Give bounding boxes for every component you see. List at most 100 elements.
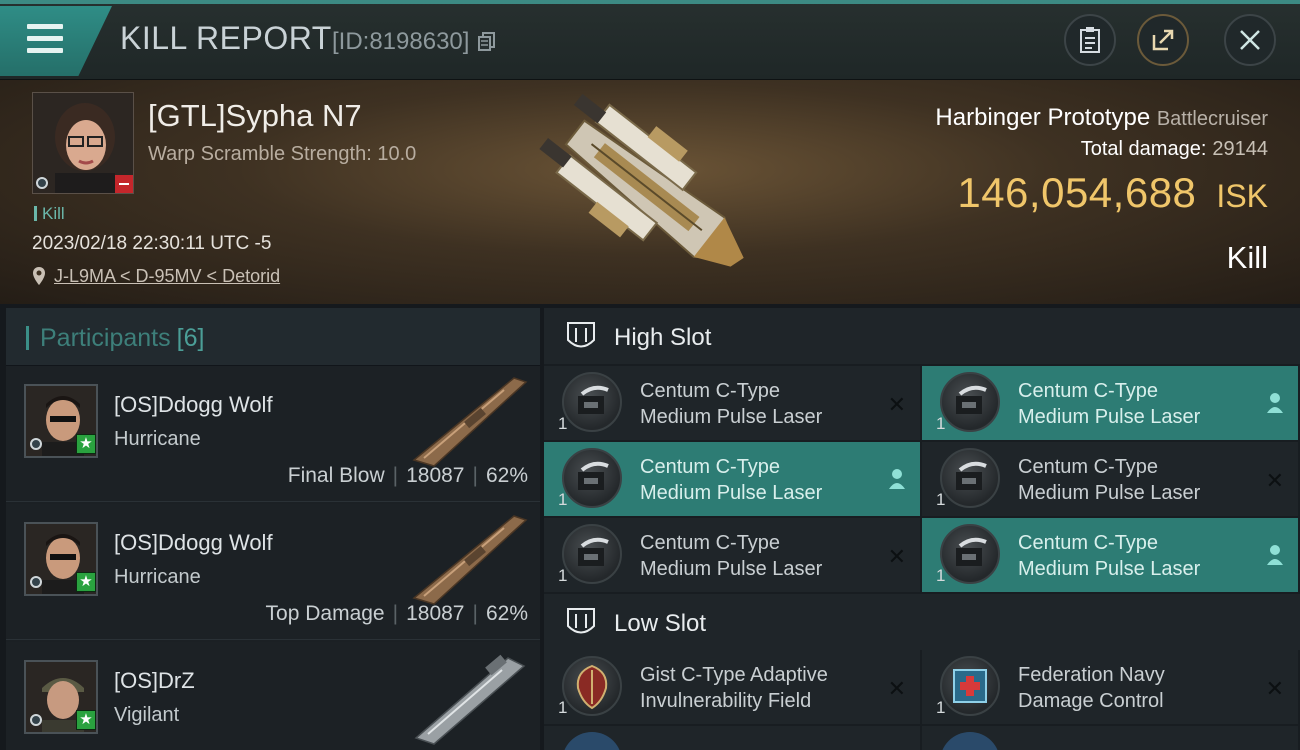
location-pin-icon: [32, 266, 46, 291]
module-name-line2: Damage Control: [1018, 690, 1164, 712]
participant-damage: 18087: [406, 602, 465, 625]
pulse-laser-icon: [940, 448, 1000, 508]
kill-datetime: 2023/02/18 22:30:11 UTC -5: [32, 233, 272, 254]
high-slot-header: High Slot: [544, 308, 1300, 364]
module-item-partial[interactable]: [922, 726, 1298, 750]
participants-title: Participants: [40, 324, 171, 352]
module-name-line2: Medium Pulse Laser: [640, 406, 823, 428]
share-icon: [1150, 27, 1176, 53]
isk-unit: ISK: [1216, 178, 1268, 214]
module-icon: [562, 732, 622, 750]
participant-role: Final Blow: [287, 464, 385, 487]
share-button[interactable]: [1137, 14, 1189, 66]
module-icon: [940, 732, 1000, 750]
module-name-line2: Invulnerability Field: [640, 690, 812, 712]
module-item[interactable]: 1 Centum C-Type Medium Pulse Laser: [544, 442, 920, 516]
pulse-laser-icon: [940, 372, 1000, 432]
module-item-partial[interactable]: [544, 726, 920, 750]
clipboard-icon: [1078, 26, 1102, 54]
total-damage-label: Total damage:: [1080, 138, 1207, 160]
module-name-line1: Federation Navy: [1018, 664, 1165, 686]
module-item[interactable]: 1 Federation Navy Damage Control ✕: [922, 650, 1298, 724]
pulse-laser-icon: [562, 524, 622, 584]
x-icon: ✕: [1265, 468, 1284, 493]
module-quantity: 1: [558, 414, 568, 433]
star-badge: ★: [76, 710, 96, 730]
participant-ship-image: [404, 508, 534, 613]
victim-name[interactable]: [GTL]Sypha N7: [148, 98, 362, 134]
module-name-line1: Gist C-Type Adaptive: [640, 664, 828, 686]
isk-value: 146,054,688 ISK: [957, 169, 1268, 217]
module-name-line1: Centum C-Type: [1018, 456, 1159, 478]
clipboard-button[interactable]: [1064, 14, 1116, 66]
participant-ship: Vigilant: [114, 704, 180, 726]
module-name-line2: Medium Pulse Laser: [1018, 558, 1201, 580]
x-icon: ✕: [887, 676, 906, 701]
person-icon: [1266, 392, 1284, 420]
participant-row[interactable]: ★ [OS]Ddogg Wolf Hurricane Top Damage | 18…: [6, 504, 540, 640]
close-icon: [1238, 28, 1262, 52]
participant-ship-image: [404, 370, 534, 475]
kill-id-text: [ID:8198630]: [332, 28, 470, 55]
copy-icon[interactable]: [478, 30, 496, 58]
module-name-line2: Medium Pulse Laser: [1018, 406, 1201, 428]
damage-control-icon: [940, 656, 1000, 716]
module-item[interactable]: 1 Gist C-Type Adaptive Invulnerability Fi…: [544, 650, 920, 724]
participant-row[interactable]: ★ [OS]Ddogg Wolf Hurricane Final Blow | 18…: [6, 366, 540, 502]
star-badge: ★: [76, 434, 96, 454]
module-quantity: 1: [558, 490, 568, 509]
participants-panel: Participants [6] ★ [OS]Ddogg Wolf Hurrica…: [6, 308, 540, 750]
module-item[interactable]: 1 Centum C-Type Medium Pulse Laser ✕: [922, 442, 1298, 516]
participant-row[interactable]: ★ [OS]DrZ Vigilant: [6, 642, 540, 750]
module-quantity: 1: [936, 698, 946, 717]
total-damage-value: 29144: [1212, 138, 1268, 160]
module-name-line1: Centum C-Type: [640, 532, 781, 554]
participant-stats: Final Blow | 18087 | 62%: [287, 464, 528, 487]
victim-ship[interactable]: Harbinger Prototype Battlecruiser: [935, 104, 1268, 132]
isk-amount: 146,054,688: [957, 169, 1197, 216]
participant-percent: 62%: [485, 602, 528, 625]
menu-button[interactable]: [0, 6, 112, 76]
pulse-laser-icon: [940, 524, 1000, 584]
victim-ship-class: Battlecruiser: [1156, 108, 1268, 130]
module-name-line1: Centum C-Type: [1018, 380, 1159, 402]
x-icon: ✕: [887, 392, 906, 417]
victim-portrait[interactable]: [32, 92, 134, 194]
module-quantity: 1: [936, 414, 946, 433]
high-slot-icon: [564, 320, 598, 359]
kill-id: [ID:8198630]: [332, 28, 496, 58]
corp-badge: [30, 576, 42, 588]
pulse-laser-icon: [562, 448, 622, 508]
victim-banner: [GTL]Sypha N7 Warp Scramble Strength: 10…: [0, 80, 1300, 304]
corp-badge: [36, 177, 48, 189]
invulnerability-field-icon: [562, 656, 622, 716]
hostile-badge: [115, 175, 133, 193]
participant-name: [OS]DrZ: [114, 668, 195, 693]
module-item[interactable]: 1 Centum C-Type Medium Pulse Laser: [922, 366, 1298, 440]
module-item[interactable]: 1 Centum C-Type Medium Pulse Laser ✕: [544, 366, 920, 440]
victim-ship-image: [525, 86, 775, 306]
module-name-line2: Medium Pulse Laser: [640, 558, 823, 580]
module-quantity: 1: [558, 698, 568, 717]
participants-header[interactable]: Participants [6]: [6, 308, 540, 366]
person-icon: [1266, 544, 1284, 572]
participant-damage: 18087: [406, 464, 465, 487]
low-slot-label: Low Slot: [614, 610, 707, 637]
x-icon: ✕: [1265, 676, 1284, 701]
total-damage: Total damage: 29144: [1081, 138, 1268, 161]
module-name-line1: Centum C-Type: [640, 380, 781, 402]
corp-badge: [30, 438, 42, 450]
kill-tag: Kill: [34, 204, 65, 224]
participant-stats: Top Damage | 18087 | 62%: [265, 602, 528, 625]
participant-name: [OS]Ddogg Wolf: [114, 392, 273, 417]
module-item[interactable]: 1 Centum C-Type Medium Pulse Laser: [922, 518, 1298, 592]
participant-ship-image: [404, 646, 534, 750]
header-bar: KILL REPORT [ID:8198630]: [0, 0, 1300, 80]
module-quantity: 1: [936, 566, 946, 585]
participant-name: [OS]Ddogg Wolf: [114, 530, 273, 555]
warp-scramble-strength: Warp Scramble Strength: 10.0: [148, 143, 417, 165]
module-item[interactable]: 1 Centum C-Type Medium Pulse Laser ✕: [544, 518, 920, 592]
kill-location-link[interactable]: J-L9MA < D-95MV < Detorid: [54, 266, 280, 287]
close-button[interactable]: [1224, 14, 1276, 66]
module-name-line1: Centum C-Type: [1018, 532, 1159, 554]
